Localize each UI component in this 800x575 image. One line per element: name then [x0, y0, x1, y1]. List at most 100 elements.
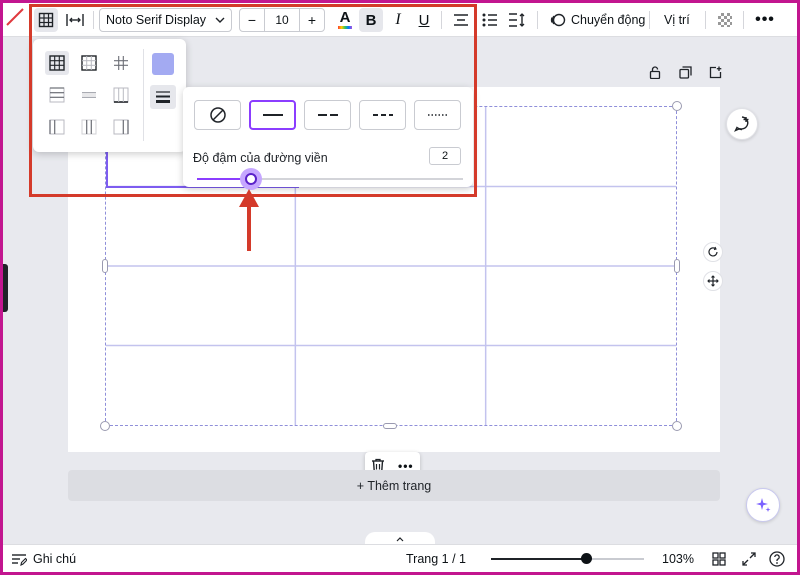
no-border-icon — [209, 107, 226, 123]
border-weight-input[interactable]: 2 — [429, 147, 461, 165]
transparency-icon — [718, 13, 732, 27]
vertical-outer-option[interactable] — [45, 115, 69, 139]
chevron-up-icon — [396, 536, 404, 541]
add-comment-button[interactable] — [726, 108, 758, 140]
resize-handle[interactable] — [383, 423, 397, 429]
decrease-font-size-button[interactable]: − — [240, 9, 264, 31]
outer-border-option[interactable] — [77, 51, 101, 75]
font-family-value: Noto Serif Display — [106, 13, 207, 27]
all-borders-option[interactable] — [45, 51, 69, 75]
list-button[interactable] — [478, 8, 502, 32]
no-fill-icon[interactable] — [5, 7, 25, 27]
sparkle-icon — [756, 498, 771, 512]
bold-button[interactable]: B — [359, 8, 383, 32]
notes-label: Ghi chú — [33, 552, 77, 566]
border-style-popover: Độ đậm của đường viền 2 — [183, 87, 473, 190]
font-family-select[interactable]: Noto Serif Display — [99, 8, 232, 32]
table-border-button[interactable] — [34, 8, 58, 32]
resize-handle[interactable] — [102, 259, 108, 273]
animate-icon — [550, 13, 566, 27]
zoom-slider-fill — [491, 558, 586, 560]
dash-line-icon — [372, 114, 393, 116]
rotate-button[interactable] — [703, 242, 723, 262]
long-dash-line-icon — [317, 114, 338, 116]
inner-borders-icon — [114, 56, 128, 70]
rainbow-color-icon — [338, 26, 352, 29]
border-weight-label: Độ đậm của đường viền — [193, 151, 328, 165]
duplicate-page-icon[interactable] — [676, 63, 694, 81]
vertical-inner-option[interactable] — [77, 115, 101, 139]
notes-button[interactable]: Ghi chú — [11, 552, 76, 566]
horizontal-lines-icon — [82, 92, 96, 98]
italic-button[interactable]: I — [386, 8, 410, 32]
border-options-popover — [33, 39, 186, 152]
rotate-icon — [708, 246, 718, 257]
resize-handle[interactable] — [672, 421, 682, 431]
border-style-none[interactable] — [194, 100, 241, 130]
border-color-swatch[interactable] — [152, 53, 174, 75]
popover-divider — [143, 49, 144, 141]
position-button[interactable]: Vị trí — [658, 8, 696, 32]
add-page-button[interactable]: + Thêm trang — [68, 470, 720, 501]
lock-icon[interactable] — [646, 63, 664, 81]
border-style-dotted[interactable] — [414, 100, 461, 130]
font-size-input[interactable]: 10 — [264, 9, 300, 31]
resize-handle[interactable] — [100, 421, 110, 431]
zoom-value[interactable]: 103% — [662, 552, 694, 566]
column-width-button[interactable] — [63, 8, 87, 32]
text-color-button[interactable]: A — [333, 8, 357, 32]
bottom-bar: Ghi chú Trang 1 / 1 103% — [3, 544, 797, 572]
outer-border-icon — [81, 55, 97, 71]
page-tools — [646, 63, 724, 81]
border-weight-slider[interactable] — [197, 168, 463, 190]
add-page-icon[interactable] — [706, 63, 724, 81]
fullscreen-icon[interactable] — [741, 551, 757, 567]
chevron-down-icon — [215, 17, 225, 23]
toolbar-divider — [649, 11, 650, 29]
toolbar-divider — [93, 11, 94, 29]
line-spacing-icon — [509, 13, 525, 27]
all-borders-icon — [49, 55, 65, 71]
dotted-line-icon — [427, 114, 448, 116]
table-grid-icon — [38, 12, 54, 28]
more-options-button[interactable]: ••• — [751, 8, 779, 32]
page-count[interactable]: Trang 1 / 1 — [406, 552, 466, 566]
app-frame: Noto Serif Display − 10 + A B I U Chuyển… — [3, 3, 797, 572]
vertical-lines-option[interactable] — [109, 115, 133, 139]
vertical-outer-icon — [49, 119, 65, 135]
transparency-button[interactable] — [713, 8, 737, 32]
grid-view-icon[interactable] — [711, 551, 727, 567]
toolbar-divider — [705, 11, 706, 29]
border-style-long-dash[interactable] — [304, 100, 351, 130]
resize-handle[interactable] — [672, 101, 682, 111]
move-button[interactable] — [703, 271, 723, 291]
toolbar-divider — [743, 11, 744, 29]
side-panel-handle[interactable] — [3, 264, 8, 312]
horizontal-lines-option[interactable] — [77, 83, 101, 107]
line-spacing-button[interactable] — [505, 8, 529, 32]
slider-knob[interactable] — [240, 168, 262, 190]
magic-assistant-button[interactable] — [746, 488, 780, 522]
underline-button[interactable]: U — [412, 8, 436, 32]
toolbar-divider — [537, 11, 538, 29]
border-style-dash[interactable] — [359, 100, 406, 130]
align-center-button[interactable] — [449, 8, 473, 32]
animate-button[interactable]: Chuyển động — [544, 8, 651, 32]
increase-font-size-button[interactable]: + — [300, 9, 324, 31]
font-size-stepper: − 10 + — [239, 8, 325, 32]
inner-borders-option[interactable] — [109, 51, 133, 75]
resize-width-icon — [66, 14, 84, 26]
border-weight-button[interactable] — [150, 85, 176, 109]
align-center-icon — [454, 14, 468, 26]
zoom-slider-knob[interactable] — [580, 553, 592, 564]
resize-handle[interactable] — [674, 259, 680, 273]
help-icon[interactable] — [769, 551, 785, 567]
toolbar-divider — [441, 11, 442, 29]
horizontal-inner-option[interactable] — [45, 83, 69, 107]
zoom-slider[interactable] — [491, 553, 644, 564]
border-weight-icon — [156, 91, 170, 103]
editor-toolbar: Noto Serif Display − 10 + A B I U Chuyển… — [3, 3, 797, 37]
border-style-solid[interactable] — [249, 100, 296, 130]
bottom-border-option[interactable] — [109, 83, 133, 107]
notes-icon — [12, 554, 27, 566]
